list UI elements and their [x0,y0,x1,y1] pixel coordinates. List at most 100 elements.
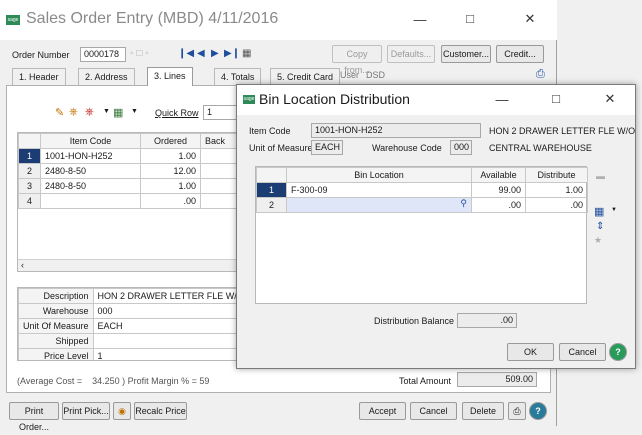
table-row[interactable]: 3 2480-8-50 1.00 [18,178,242,194]
delete-button[interactable]: Delete [462,402,504,420]
filter-icon[interactable]: ★ [594,235,602,246]
distribute-cell[interactable]: .00 [525,197,588,213]
chevron-down-icon[interactable]: ▼ [103,108,110,115]
tab-address[interactable]: 2. Address [78,68,135,85]
item-code-cell[interactable]: 1001-HON-H252 [40,148,141,164]
table-row[interactable]: 4 .00 [18,193,242,209]
table-row[interactable]: 2 2480-8-50 12.00 [18,163,242,179]
previous-record-icon[interactable]: ◀ [197,48,205,59]
ordered-cell[interactable]: .00 [140,193,201,209]
item-code-cell[interactable]: 2480-8-50 [40,178,141,194]
column-header-ordered[interactable]: Ordered [140,133,201,149]
scroll-left-icon[interactable]: ‹ [21,260,24,270]
dialog-cancel-button[interactable]: Cancel [559,343,606,361]
warehouse-code-field: 000 [450,140,472,155]
tab-totals[interactable]: 4. Totals [214,68,262,85]
detail-label: Description [18,288,94,304]
help-icon[interactable]: ? [609,343,627,361]
customer-button[interactable]: Customer... [441,45,491,63]
multi-lookup-icon[interactable]: ⎈ [85,106,94,119]
price-level-value[interactable]: 1 [92,348,242,360]
quick-row-label: Quick Row [155,108,199,118]
description-value[interactable]: HON 2 DRAWER LETTER FLE W/O L [92,288,242,304]
ok-button[interactable]: OK [507,343,554,361]
table-row[interactable]: 2 ⚲ .00 .00 [256,197,588,213]
print-order-button[interactable]: Print Order... [9,402,59,432]
bin-grid: Bin Location Available Distribute 1 F-30… [255,166,588,304]
column-header-distribute[interactable]: Distribute [525,167,588,183]
search-icon[interactable]: ⚲ [460,199,467,210]
bin-location-cell[interactable]: F-300-09 [286,182,472,198]
row-number[interactable]: 3 [18,178,41,194]
table-row[interactable]: 1 1001-HON-H252 1.00 [18,148,242,164]
item-code-cell[interactable]: 2480-8-50 [40,163,141,179]
accept-button[interactable]: Accept [359,402,406,420]
grid-settings-icon[interactable]: ▦ [113,106,123,119]
warehouse-value[interactable]: 000 [92,303,242,319]
line-details: Description HON 2 DRAWER LETTER FLE W/O L… [17,287,243,361]
table-row[interactable]: 1 F-300-09 99.00 1.00 [256,182,588,198]
unit-of-measure-value[interactable]: EACH [92,318,242,334]
distribution-balance-field: .00 [457,313,517,328]
column-header-available[interactable]: Available [471,167,526,183]
new-record-icon[interactable]: ◦ □ ◦ [130,48,149,59]
distribute-cell[interactable]: 1.00 [525,182,588,198]
close-button[interactable]: ✕ [515,11,545,27]
print-pick-button[interactable]: Print Pick... [62,402,110,420]
app-logo-icon: sage [243,95,255,104]
cancel-button[interactable]: Cancel [410,402,457,420]
row-number[interactable]: 1 [256,182,287,198]
row-number[interactable]: 1 [18,148,41,164]
order-number-label: Order Number [12,50,70,60]
ordered-cell[interactable]: 12.00 [140,163,201,179]
print-icon[interactable]: ⎙ [508,402,526,420]
tab-lines[interactable]: 3. Lines [147,67,193,86]
first-record-icon[interactable]: ❙◀ [178,48,194,59]
total-amount-label: Total Amount [399,376,452,386]
tab-credit-card[interactable]: 5. Credit Card [270,68,341,85]
column-header-bin-location[interactable]: Bin Location [286,167,472,183]
ordered-cell[interactable]: 1.00 [140,148,201,164]
maximize-button[interactable]: □ [455,11,485,26]
order-number-field[interactable]: 0000178 [80,47,126,62]
printer-icon[interactable]: ⎙ [536,68,545,81]
window-title: Sales Order Entry (MBD) 4/11/2016 [26,10,279,27]
column-header-item-code[interactable]: Item Code [40,133,141,149]
bin-location-edit-cell[interactable]: ⚲ [286,197,472,213]
credit-button[interactable]: Credit... [496,45,544,63]
horizontal-scrollbar[interactable]: ‹ [18,259,242,271]
delete-row-icon[interactable]: ▬ [596,171,605,181]
bin-location-dialog: sage Bin Location Distribution — □ ✕ Ite… [236,84,636,369]
insert-line-icon[interactable]: ✎ [55,106,64,119]
row-number[interactable]: 4 [18,193,41,209]
grid-settings-icon[interactable]: ▦ [594,205,604,218]
recalc-price-button[interactable]: Recalc Price [134,402,187,420]
minimize-button[interactable]: — [405,12,435,27]
detail-label: Price Level [18,348,94,360]
user-value: DSD [366,70,386,80]
ordered-cell[interactable]: 1.00 [140,178,201,194]
shipped-value[interactable] [92,333,242,349]
dialog-minimize-button[interactable]: — [487,92,517,107]
row-number[interactable]: 2 [256,197,287,213]
payment-icon[interactable]: ◉ [113,402,131,420]
sort-icon[interactable]: ⇕ [596,221,604,232]
warehouse-code-label: Warehouse Code [372,143,442,153]
dialog-maximize-button[interactable]: □ [541,91,571,106]
next-record-icon[interactable]: ▶ [211,48,219,59]
tab-header[interactable]: 1. Header [12,68,66,85]
item-code-cell[interactable] [40,193,141,209]
defaults-button[interactable]: Defaults... [387,45,435,63]
available-cell: .00 [471,197,526,213]
row-number[interactable]: 2 [18,163,41,179]
chevron-down-icon[interactable]: ▼ [611,207,617,213]
lines-grid: Item Code Ordered Back 1 1001-HON-H252 1… [17,132,243,272]
copy-from-button[interactable]: Copy from... [332,45,382,75]
item-code-label: Item Code [249,126,291,136]
last-record-icon[interactable]: ▶❙ [224,48,240,59]
lookup-icon[interactable]: ⎈ [69,106,78,119]
chevron-down-icon[interactable]: ▼ [131,108,138,115]
dialog-close-button[interactable]: ✕ [595,91,625,107]
calendar-icon[interactable]: ▦ [242,48,251,59]
help-icon[interactable]: ? [529,402,547,420]
